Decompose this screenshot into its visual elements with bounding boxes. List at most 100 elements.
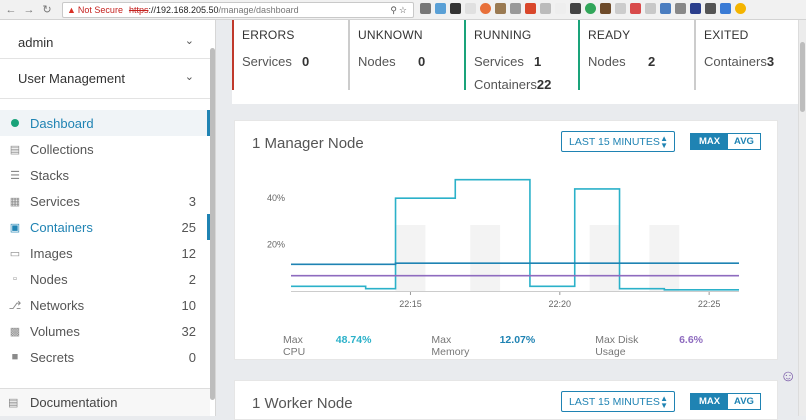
url-protocol: https: [128, 5, 149, 15]
avatar: ☺: [780, 368, 797, 385]
sidebar-item-label: Collections: [30, 141, 94, 157]
extension-icon[interactable]: [465, 3, 476, 14]
address-bar[interactable]: ▲ Not Secure https://192.168.205.50/mana…: [62, 2, 414, 18]
sidebar-item-nodes[interactable]: ▫ Nodes 2: [0, 266, 210, 292]
avg-button[interactable]: AVG: [728, 134, 760, 149]
extension-icon[interactable]: [480, 3, 491, 14]
stat-unknown[interactable]: UNKNOWN Nodes 0: [348, 20, 464, 104]
y-tick-label: 40%: [267, 193, 285, 203]
extension-icon[interactable]: [600, 3, 611, 14]
legend-label: Max Disk Usage: [595, 334, 639, 358]
main-content: ERRORS Services 0 UNKNOWN Nodes 0 RUNNING …: [218, 20, 798, 420]
user-name: admin: [18, 34, 54, 50]
avg-button[interactable]: AVG: [728, 394, 760, 409]
extension-icon[interactable]: [615, 3, 626, 14]
extension-icon[interactable]: [660, 3, 671, 14]
legend-value: 48.74%: [335, 334, 372, 346]
sidebar-item-containers[interactable]: ▣ Containers 25: [0, 214, 210, 240]
extension-icon[interactable]: [690, 3, 701, 14]
sidebar-item-label: Nodes: [30, 271, 68, 287]
extension-icon[interactable]: [495, 3, 506, 14]
extension-icon[interactable]: [450, 3, 461, 14]
sidebar-nav: Dashboard ▤ Collections ☰ Stacks ▦ Servi…: [0, 110, 210, 370]
sidebar-item-services[interactable]: ▦ Services 3: [0, 188, 210, 214]
status-summary: ERRORS Services 0 UNKNOWN Nodes 0 RUNNING …: [232, 20, 798, 104]
extension-icon[interactable]: [525, 3, 536, 14]
extension-icon[interactable]: [435, 3, 446, 14]
warning-icon: ▲: [67, 5, 76, 15]
max-avg-toggle: MAX AVG: [690, 133, 761, 150]
chart-band: [470, 225, 501, 291]
stat-value: 0: [302, 54, 310, 69]
stat-errors[interactable]: ERRORS Services 0: [232, 20, 348, 104]
stat-border: [464, 20, 466, 90]
stat-ready[interactable]: READY Nodes 2: [578, 20, 694, 104]
stat-label: Containers: [474, 77, 537, 92]
extension-icon[interactable]: [735, 3, 746, 14]
sidebar-item-dashboard[interactable]: Dashboard: [0, 110, 210, 136]
extension-icon[interactable]: [510, 3, 521, 14]
extension-icon[interactable]: [540, 3, 551, 14]
legend-item-memory: Max Memory 12.07%: [431, 334, 535, 358]
card-title: 1 Manager Node: [252, 135, 364, 152]
sidebar-item-stacks[interactable]: ☰ Stacks: [0, 162, 210, 188]
time-range-select[interactable]: LAST 15 MINUTES ▲ ▼: [561, 131, 675, 152]
nodes-icon: ▫: [13, 273, 17, 285]
page-scrollbar[interactable]: [798, 20, 806, 416]
sidebar-item-images[interactable]: ▭ Images 12: [0, 240, 210, 266]
stat-value: 22: [536, 77, 552, 92]
services-icon: ▦: [9, 195, 21, 208]
browser-toolbar: ← → ↻ ⌂ ▲ Not Secure https://192.168.205…: [0, 0, 806, 20]
sidebar-item-networks[interactable]: ⎇ Networks 10: [0, 292, 210, 318]
extension-icon[interactable]: [570, 3, 581, 14]
chart-legend: Max CPU 48.74% Max Memory 12.07% Max Dis…: [283, 334, 763, 358]
volumes-icon: ▩: [9, 325, 21, 338]
search-icon[interactable]: ⚲: [390, 5, 397, 16]
scrollbar-thumb[interactable]: [800, 42, 805, 112]
extension-icon[interactable]: [585, 3, 596, 14]
extension-icon[interactable]: [420, 3, 431, 14]
stat-title: UNKNOWN: [358, 28, 423, 42]
legend-label: Max Memory: [431, 334, 470, 358]
sidebar-item-documentation[interactable]: ▤ Documentation: [0, 388, 210, 416]
extension-icon[interactable]: [675, 3, 686, 14]
stat-exited[interactable]: EXITED Containers 3: [694, 20, 798, 104]
chart-band: [395, 225, 426, 291]
time-range-value: LAST 15 MINUTES: [569, 135, 660, 148]
stat-title: RUNNING: [474, 28, 532, 42]
chart-band: [649, 225, 680, 291]
time-range-select[interactable]: LAST 15 MINUTES ▲ ▼: [561, 391, 675, 412]
extension-icon[interactable]: [705, 3, 716, 14]
sidebar-item-collections[interactable]: ▤ Collections: [0, 136, 210, 162]
chevron-down-icon: ⌄: [184, 71, 194, 83]
extension-icon[interactable]: [555, 3, 566, 14]
star-icon[interactable]: ☆: [399, 5, 407, 16]
divider: [0, 98, 210, 99]
stat-border: [578, 20, 580, 90]
extension-icon[interactable]: [645, 3, 656, 14]
sidebar-item-count: 3: [188, 193, 196, 209]
back-icon[interactable]: ←: [4, 3, 18, 17]
chevron-down-icon: ⌄: [184, 35, 194, 47]
sidebar-scrollbar[interactable]: [210, 48, 215, 400]
max-button[interactable]: MAX: [691, 394, 728, 409]
stat-value: 0: [418, 54, 426, 69]
extension-icon[interactable]: [630, 3, 641, 14]
user-dropdown[interactable]: admin ⌄: [0, 22, 210, 62]
forward-icon[interactable]: →: [22, 3, 36, 17]
sidebar-item-count: 0: [188, 349, 196, 365]
sidebar-item-label: Services: [30, 193, 80, 209]
legend-item-cpu: Max CPU 48.74%: [283, 334, 371, 358]
x-tick-label: 22:20: [549, 299, 572, 309]
sidebar-item-secrets[interactable]: ■ Secrets 0: [0, 344, 210, 370]
sidebar-item-volumes[interactable]: ▩ Volumes 32: [0, 318, 210, 344]
stat-border: [348, 20, 350, 90]
extension-icon[interactable]: [720, 3, 731, 14]
reload-icon[interactable]: ↻: [40, 3, 54, 17]
extension-icons: [420, 3, 746, 14]
stat-running[interactable]: RUNNING Services 1 Containers 22: [464, 20, 578, 104]
collections-icon: ▤: [9, 143, 21, 156]
max-button[interactable]: MAX: [691, 134, 728, 149]
x-tick-label: 22:25: [698, 299, 721, 309]
user-management-dropdown[interactable]: User Management ⌄: [0, 58, 210, 98]
